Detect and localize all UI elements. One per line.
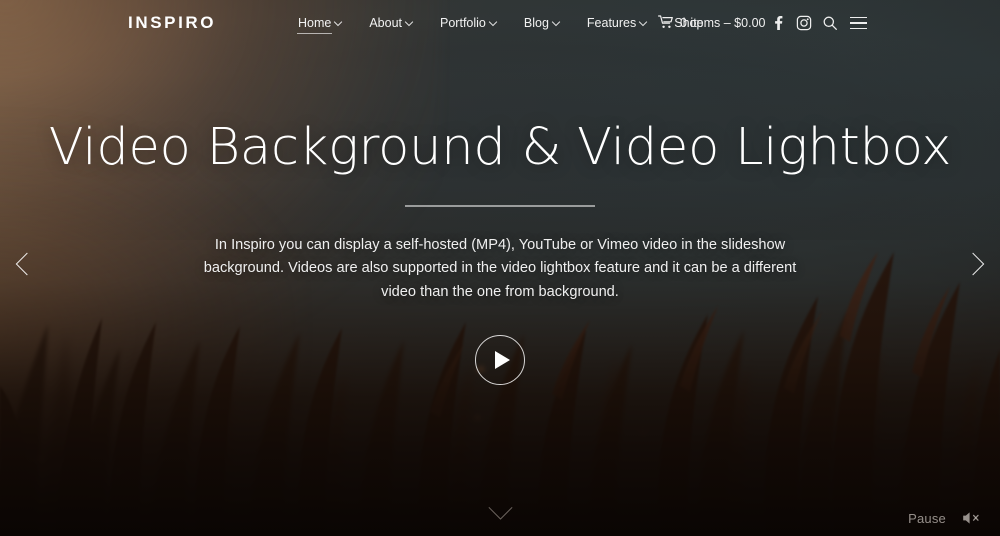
hamburger-menu-icon[interactable] bbox=[843, 0, 873, 46]
play-icon bbox=[494, 351, 510, 369]
site-header: INSPIRO Home About Portfolio Blog Featur… bbox=[0, 0, 1000, 46]
chevron-down-icon bbox=[553, 19, 560, 26]
slider-next-button[interactable] bbox=[950, 240, 996, 288]
hamburger-bar bbox=[849, 22, 867, 24]
cart-summary[interactable]: 0 items – $0.00 bbox=[658, 0, 765, 46]
page-title: Video Background & Video Lightbox bbox=[48, 118, 952, 177]
nav-item-label: Home bbox=[296, 0, 333, 46]
scroll-down-button[interactable] bbox=[480, 495, 520, 522]
nav-item-about[interactable]: About bbox=[369, 0, 427, 46]
nav-item-blog[interactable]: Blog bbox=[524, 0, 574, 46]
slideshow-media-controls: Pause bbox=[908, 510, 982, 526]
primary-navigation: Home About Portfolio Blog Features Shop bbox=[296, 0, 717, 46]
nav-item-features[interactable]: Features bbox=[587, 0, 661, 46]
cart-label: 0 items – $0.00 bbox=[680, 16, 766, 30]
shopping-cart-icon bbox=[658, 14, 673, 32]
hero-slide-content: Video Background & Video Lightbox In Ins… bbox=[0, 118, 1000, 385]
video-lightbox-play-button[interactable] bbox=[475, 335, 525, 385]
chevron-down-icon bbox=[335, 19, 342, 26]
nav-item-portfolio[interactable]: Portfolio bbox=[440, 0, 511, 46]
pause-button[interactable]: Pause bbox=[908, 511, 946, 526]
chevron-down-icon bbox=[490, 19, 497, 26]
nav-item-label: Blog bbox=[523, 16, 549, 30]
chevron-right-icon bbox=[965, 256, 981, 272]
hero-description: In Inspiro you can display a self-hosted… bbox=[203, 236, 797, 301]
header-icon-group bbox=[765, 0, 873, 46]
nav-item-home[interactable]: Home bbox=[296, 0, 356, 46]
nav-item-label: Features bbox=[586, 16, 637, 30]
hero-divider bbox=[405, 205, 595, 207]
slideshow-stage: INSPIRO Home About Portfolio Blog Featur… bbox=[0, 0, 1000, 536]
hamburger-bar bbox=[849, 16, 867, 19]
facebook-icon[interactable] bbox=[765, 0, 791, 46]
search-icon[interactable] bbox=[817, 0, 843, 46]
nav-item-label: About bbox=[369, 16, 403, 30]
play-button-wrapper bbox=[475, 335, 525, 385]
chevron-down-icon bbox=[640, 19, 647, 26]
slider-prev-button[interactable] bbox=[4, 240, 50, 288]
nav-item-label: Portfolio bbox=[440, 16, 486, 30]
instagram-icon[interactable] bbox=[791, 0, 817, 46]
chevron-left-icon bbox=[19, 256, 35, 272]
chevron-down-icon bbox=[487, 495, 513, 520]
chevron-down-icon bbox=[406, 19, 413, 26]
site-logo[interactable]: INSPIRO bbox=[128, 14, 216, 31]
hamburger-bar bbox=[849, 27, 867, 30]
speaker-muted-icon[interactable] bbox=[962, 510, 982, 526]
